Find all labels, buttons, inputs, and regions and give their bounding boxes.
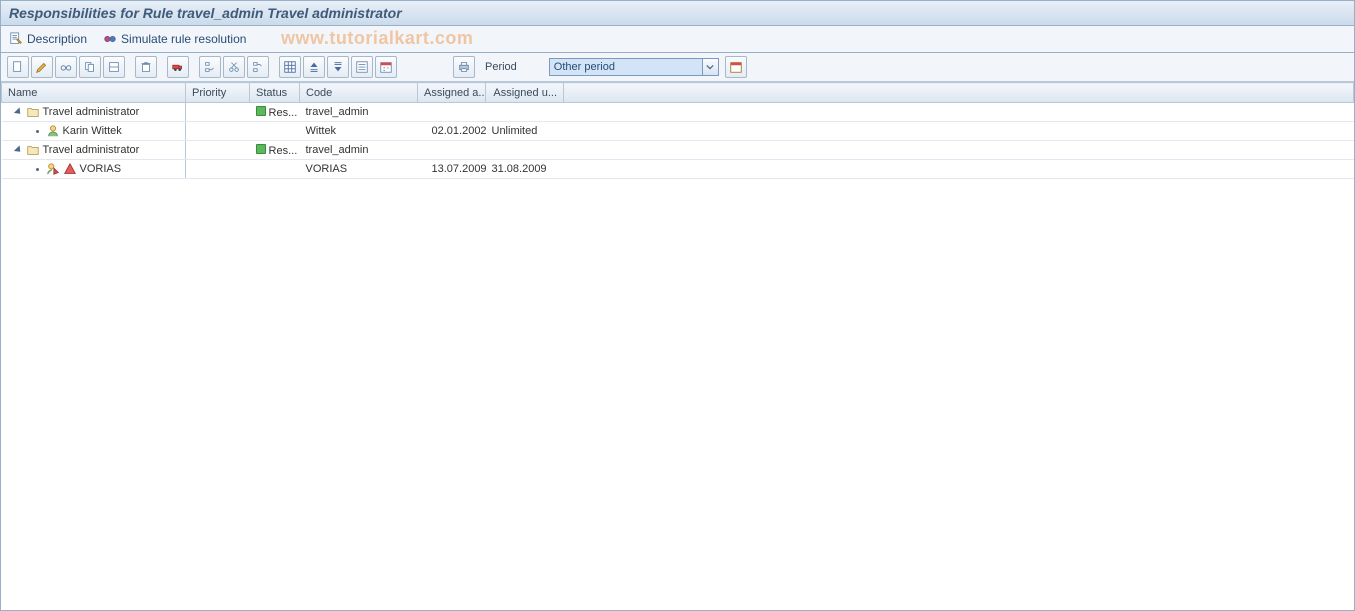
- watermark: www.tutorialkart.com: [281, 28, 473, 49]
- period-label: Period: [485, 61, 517, 73]
- row-name: Travel administrator: [43, 106, 140, 118]
- description-button[interactable]: Description: [9, 32, 87, 46]
- row-name: VORIAS: [80, 163, 122, 175]
- sheet-pencil-icon: [9, 32, 23, 46]
- description-label: Description: [27, 32, 87, 46]
- period-picker-button[interactable]: [725, 56, 747, 78]
- bullet-icon: [36, 168, 39, 171]
- bullet-icon: [36, 130, 39, 133]
- node-up-button[interactable]: [199, 56, 221, 78]
- chevron-down-icon: [702, 59, 718, 75]
- delimit-button[interactable]: [103, 56, 125, 78]
- tree-grid[interactable]: Name Priority Status Code Assigned a... …: [1, 82, 1354, 610]
- transport-button[interactable]: [167, 56, 189, 78]
- col-assigned-a[interactable]: Assigned a...: [418, 83, 486, 103]
- user-icon: [46, 124, 60, 138]
- col-code[interactable]: Code: [300, 83, 418, 103]
- folder-icon: [26, 105, 40, 119]
- simulate-label: Simulate rule resolution: [121, 32, 246, 46]
- glasses-icon: [103, 32, 117, 46]
- list-button[interactable]: [351, 56, 373, 78]
- table-row[interactable]: Travel administrator Res...travel_admin: [2, 103, 1354, 122]
- node-down-button[interactable]: [247, 56, 269, 78]
- glasses-button[interactable]: [55, 56, 77, 78]
- print-button[interactable]: [453, 56, 475, 78]
- simulate-button[interactable]: Simulate rule resolution: [103, 32, 246, 46]
- table-row[interactable]: Travel administrator Res...travel_admin: [2, 141, 1354, 160]
- warning-icon: [63, 162, 77, 176]
- expand-icon[interactable]: [13, 145, 22, 154]
- edit-button[interactable]: [31, 56, 53, 78]
- delete-button[interactable]: [135, 56, 157, 78]
- status-green-icon: [256, 106, 266, 116]
- column-header-row: Name Priority Status Code Assigned a... …: [2, 83, 1354, 103]
- row-name: Travel administrator: [43, 144, 140, 156]
- status-green-icon: [256, 144, 266, 154]
- layout-button[interactable]: [279, 56, 301, 78]
- col-name[interactable]: Name: [2, 83, 186, 103]
- table-row[interactable]: Karin WittekWittek02.01.2002Unlimited: [2, 122, 1354, 141]
- calendar-button[interactable]: [375, 56, 397, 78]
- doc-button[interactable]: [7, 56, 29, 78]
- col-priority[interactable]: Priority: [186, 83, 250, 103]
- col-status[interactable]: Status: [250, 83, 300, 103]
- period-value: Other period: [550, 59, 702, 75]
- page-title: Responsibilities for Rule travel_admin T…: [9, 5, 402, 21]
- col-assigned-u[interactable]: Assigned u...: [486, 83, 564, 103]
- sort-down-button[interactable]: [327, 56, 349, 78]
- period-dropdown[interactable]: Other period: [549, 58, 719, 76]
- sort-up-button[interactable]: [303, 56, 325, 78]
- row-name: Karin Wittek: [63, 125, 122, 137]
- expand-icon[interactable]: [13, 107, 22, 116]
- table-row[interactable]: VORIASVORIAS13.07.200931.08.2009: [2, 160, 1354, 179]
- folder-icon: [26, 143, 40, 157]
- action-toolbar: Description Simulate rule resolution www…: [1, 26, 1354, 53]
- title-bar: Responsibilities for Rule travel_admin T…: [1, 1, 1354, 26]
- cut-button[interactable]: [223, 56, 245, 78]
- copy-button[interactable]: [79, 56, 101, 78]
- col-filler: [564, 83, 1354, 103]
- user-warn-icon: [46, 162, 60, 176]
- icon-toolbar: Period Other period: [1, 53, 1354, 82]
